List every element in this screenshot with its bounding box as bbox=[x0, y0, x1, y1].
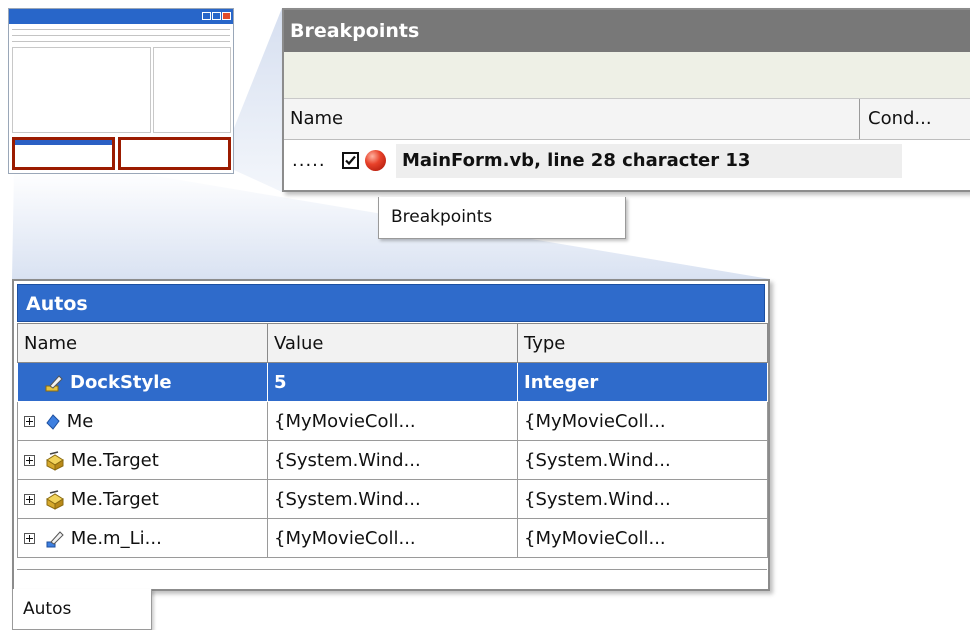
table-row[interactable]: Me.Target {System.Wind... {System.Wind..… bbox=[17, 440, 768, 480]
variable-name-cell[interactable]: Me bbox=[17, 401, 268, 441]
column-header-name[interactable]: Name bbox=[290, 99, 343, 139]
breakpoint-enabled-checkbox[interactable] bbox=[342, 152, 359, 169]
breakpoints-connector bbox=[234, 8, 282, 192]
breakpoint-row[interactable]: ..... MainForm.vb, line 28 character 13 bbox=[284, 140, 970, 182]
minimize-icon bbox=[202, 12, 211, 20]
variable-name-cell[interactable]: Me.Target bbox=[17, 479, 268, 519]
variable-value[interactable]: {MyMovieColl... bbox=[267, 401, 518, 441]
variable-value[interactable]: {System.Wind... bbox=[267, 440, 518, 480]
thumbnail-breakpoints-highlight bbox=[118, 137, 231, 170]
table-row[interactable]: Me.Target {System.Wind... {System.Wind..… bbox=[17, 479, 768, 519]
variable-type: {MyMovieColl... bbox=[517, 401, 768, 441]
autos-header-row: Name Value Type bbox=[17, 323, 768, 363]
table-row[interactable]: Me {MyMovieColl... {MyMovieColl... bbox=[17, 401, 768, 441]
variable-name: Me.m_Li... bbox=[70, 527, 162, 549]
variable-value[interactable]: {System.Wind... bbox=[267, 479, 518, 519]
autos-grid: Name Value Type DockStyle 5 Integer Me {… bbox=[17, 323, 768, 558]
variable-name-cell[interactable]: Me.m_Li... bbox=[17, 518, 268, 558]
field-icon bbox=[46, 530, 64, 547]
checkmark-icon bbox=[345, 155, 356, 166]
variable-name: DockStyle bbox=[70, 371, 172, 393]
breakpoint-icon bbox=[365, 150, 386, 171]
variable-type: {System.Wind... bbox=[517, 440, 768, 480]
column-header-condition[interactable]: Cond... bbox=[868, 99, 932, 139]
breakpoints-toolbar bbox=[284, 52, 970, 99]
tab-breakpoints[interactable]: Breakpoints bbox=[378, 197, 626, 239]
variable-name: Me bbox=[66, 410, 94, 432]
expand-icon[interactable] bbox=[24, 416, 35, 427]
table-row[interactable]: DockStyle 5 Integer bbox=[17, 362, 768, 402]
thumbnail-autos-bar bbox=[15, 140, 112, 145]
autos-title: Autos bbox=[17, 284, 765, 322]
variable-type: Integer bbox=[517, 362, 768, 402]
variable-name-cell[interactable]: DockStyle bbox=[17, 362, 268, 402]
variable-name-cell[interactable]: Me.Target bbox=[17, 440, 268, 480]
object-icon bbox=[46, 413, 60, 430]
table-row[interactable]: Me.m_Li... {MyMovieColl... {MyMovieColl.… bbox=[17, 518, 768, 558]
variable-type: {System.Wind... bbox=[517, 479, 768, 519]
column-header-name[interactable]: Name bbox=[17, 323, 268, 363]
thumbnail-editor-pane bbox=[12, 47, 151, 133]
class-icon bbox=[45, 489, 64, 510]
tab-autos[interactable]: Autos bbox=[12, 589, 152, 630]
breakpoints-window: Breakpoints Name Cond... ..... MainForm.… bbox=[282, 8, 970, 192]
maximize-icon bbox=[212, 12, 221, 20]
tree-connector: ..... bbox=[292, 150, 326, 171]
ide-window-thumbnail bbox=[8, 8, 234, 174]
property-icon bbox=[45, 374, 63, 391]
variable-value[interactable]: {MyMovieColl... bbox=[267, 518, 518, 558]
breakpoint-location[interactable]: MainForm.vb, line 28 character 13 bbox=[396, 144, 902, 178]
variable-name: Me.Target bbox=[70, 449, 159, 471]
grid-empty-row bbox=[17, 569, 767, 590]
thumbnail-menubar bbox=[12, 29, 230, 30]
autos-window: Autos Name Value Type DockStyle 5 Intege… bbox=[12, 279, 770, 591]
breakpoints-title: Breakpoints bbox=[284, 10, 970, 52]
variable-name: Me.Target bbox=[70, 488, 159, 510]
thumbnail-side-pane bbox=[153, 47, 231, 133]
thumbnail-titlebar bbox=[9, 9, 233, 24]
variable-type: {MyMovieColl... bbox=[517, 518, 768, 558]
thumbnail-toolbar bbox=[12, 41, 230, 42]
breakpoints-column-headers: Name Cond... bbox=[284, 99, 970, 140]
column-divider[interactable] bbox=[859, 99, 860, 139]
close-icon bbox=[222, 12, 231, 20]
expand-icon[interactable] bbox=[24, 455, 35, 466]
column-header-value[interactable]: Value bbox=[267, 323, 518, 363]
thumbnail-toolbar bbox=[12, 35, 230, 36]
variable-value[interactable]: 5 bbox=[267, 362, 518, 402]
expand-icon[interactable] bbox=[24, 494, 35, 505]
class-icon bbox=[45, 450, 64, 471]
column-header-type[interactable]: Type bbox=[517, 323, 768, 363]
expand-icon[interactable] bbox=[24, 533, 35, 544]
